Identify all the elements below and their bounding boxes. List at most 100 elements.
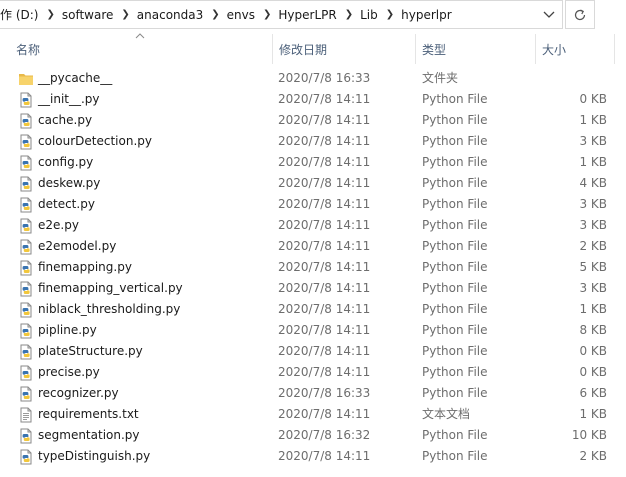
file-size: 1 KB xyxy=(579,113,607,127)
chevron-right-icon[interactable]: ❯ xyxy=(345,9,353,20)
file-row[interactable]: __init__.py 2020/7/8 14:11 Python File 0 KB xyxy=(14,89,614,110)
file-row[interactable]: finemapping.py 2020/7/8 14:11 Python File 5… xyxy=(14,257,614,278)
file-modified-date: 2020/7/8 16:32 xyxy=(278,428,371,442)
breadcrumb-item-software[interactable]: software xyxy=(61,8,115,22)
refresh-button[interactable] xyxy=(565,0,595,29)
python-file-icon xyxy=(18,197,34,213)
file-name: e2emodel.py xyxy=(38,239,117,253)
file-row[interactable]: __pycache__ 2020/7/8 16:33 文件夹 xyxy=(14,68,614,89)
file-type: Python File xyxy=(422,386,488,400)
column-header-date-label: 修改日期 xyxy=(279,42,328,57)
file-row[interactable]: pipline.py 2020/7/8 14:11 Python File 8 KB xyxy=(14,320,614,341)
chevron-right-icon[interactable]: ❯ xyxy=(121,9,129,20)
python-file-icon xyxy=(18,281,34,297)
file-type: Python File xyxy=(422,323,488,337)
python-file-icon xyxy=(18,365,34,381)
file-name: plateStructure.py xyxy=(38,344,143,358)
file-name: finemapping_vertical.py xyxy=(38,281,183,295)
file-size: 1 KB xyxy=(579,302,607,316)
file-modified-date: 2020/7/8 14:11 xyxy=(278,197,371,211)
file-modified-date: 2020/7/8 14:11 xyxy=(278,323,371,337)
file-size: 5 KB xyxy=(579,260,607,274)
breadcrumb-item-envs[interactable]: envs xyxy=(226,8,256,22)
python-file-icon xyxy=(18,134,34,150)
column-header-type-label: 类型 xyxy=(422,42,447,57)
file-size: 3 KB xyxy=(579,218,607,232)
file-type: Python File xyxy=(422,365,488,379)
file-modified-date: 2020/7/8 14:11 xyxy=(278,407,371,421)
file-row[interactable]: recognizer.py 2020/7/8 16:33 Python File 6 … xyxy=(14,383,614,404)
file-row[interactable]: colourDetection.py 2020/7/8 14:11 Python F… xyxy=(14,131,614,152)
breadcrumb-item-current[interactable]: hyperlpr xyxy=(400,8,453,22)
file-name: niblack_thresholding.py xyxy=(38,302,181,316)
file-row[interactable]: segmentation.py 2020/7/8 16:32 Python File… xyxy=(14,425,614,446)
file-modified-date: 2020/7/8 14:11 xyxy=(278,113,371,127)
file-type: 文件夹 xyxy=(422,71,459,85)
file-modified-date: 2020/7/8 16:33 xyxy=(278,386,371,400)
file-modified-date: 2020/7/8 14:11 xyxy=(278,239,371,253)
breadcrumb-item-lib[interactable]: Lib xyxy=(359,8,379,22)
file-size: 8 KB xyxy=(579,323,607,337)
file-row[interactable]: plateStructure.py 2020/7/8 14:11 Python Fi… xyxy=(14,341,614,362)
address-bar: 作 (D:) ❯ software ❯ anaconda3 ❯ envs ❯ H… xyxy=(0,0,626,30)
python-file-icon xyxy=(18,239,34,255)
chevron-right-icon[interactable]: ❯ xyxy=(211,9,219,20)
breadcrumb-item-anaconda3[interactable]: anaconda3 xyxy=(136,8,204,22)
python-file-icon xyxy=(18,386,34,402)
file-modified-date: 2020/7/8 14:11 xyxy=(278,365,371,379)
python-file-icon xyxy=(18,155,34,171)
column-header-size-label: 大小 xyxy=(542,42,567,57)
column-header-name-label: 名称 xyxy=(16,42,41,57)
file-size: 3 KB xyxy=(579,197,607,211)
file-type: Python File xyxy=(422,134,488,148)
file-row[interactable]: finemapping_vertical.py 2020/7/8 14:11 Pyt… xyxy=(14,278,614,299)
file-size: 6 KB xyxy=(579,386,607,400)
column-header-date[interactable]: 修改日期 xyxy=(272,34,415,64)
address-box[interactable]: 作 (D:) ❯ software ❯ anaconda3 ❯ envs ❯ H… xyxy=(0,0,563,29)
python-file-icon xyxy=(18,218,34,234)
file-modified-date: 2020/7/8 14:11 xyxy=(278,344,371,358)
column-header-size[interactable]: 大小 xyxy=(535,34,615,64)
file-row[interactable]: config.py 2020/7/8 14:11 Python File 1 KB xyxy=(14,152,614,173)
file-name: cache.py xyxy=(38,113,93,127)
file-type: Python File xyxy=(422,302,488,316)
file-row[interactable]: detect.py 2020/7/8 14:11 Python File 3 KB xyxy=(14,194,614,215)
breadcrumb: 作 (D:) ❯ software ❯ anaconda3 ❯ envs ❯ H… xyxy=(0,1,453,28)
python-file-icon xyxy=(18,176,34,192)
file-row[interactable]: e2e.py 2020/7/8 14:11 Python File 3 KB xyxy=(14,215,614,236)
chevron-right-icon[interactable]: ❯ xyxy=(46,9,54,20)
column-header-type[interactable]: 类型 xyxy=(415,34,535,64)
file-type: Python File xyxy=(422,428,488,442)
folder-icon xyxy=(18,71,34,87)
file-name: colourDetection.py xyxy=(38,134,152,148)
file-row[interactable]: typeDistinguish.py 2020/7/8 14:11 Python F… xyxy=(14,446,614,467)
file-name: __pycache__ xyxy=(38,71,113,85)
file-name: finemapping.py xyxy=(38,260,132,274)
text-file-icon xyxy=(18,407,34,423)
chevron-down-icon xyxy=(543,11,555,18)
file-size: 4 KB xyxy=(579,176,607,190)
chevron-right-icon[interactable]: ❯ xyxy=(263,9,271,20)
file-size: 2 KB xyxy=(579,449,607,463)
file-size: 3 KB xyxy=(579,281,607,295)
file-modified-date: 2020/7/8 14:11 xyxy=(278,92,371,106)
file-row[interactable]: precise.py 2020/7/8 14:11 Python File 0 KB xyxy=(14,362,614,383)
breadcrumb-item-hyperlpr[interactable]: HyperLPR xyxy=(277,8,337,22)
file-row[interactable]: e2emodel.py 2020/7/8 14:11 Python File 2 KB xyxy=(14,236,614,257)
file-modified-date: 2020/7/8 14:11 xyxy=(278,281,371,295)
file-row[interactable]: requirements.txt 2020/7/8 14:11 文本文档 1 KB xyxy=(14,404,614,425)
python-file-icon xyxy=(18,449,34,465)
python-file-icon xyxy=(18,302,34,318)
address-history-button[interactable] xyxy=(536,1,562,28)
file-row[interactable]: deskew.py 2020/7/8 14:11 Python File 4 KB xyxy=(14,173,614,194)
file-row[interactable]: niblack_thresholding.py 2020/7/8 14:11 Pyt… xyxy=(14,299,614,320)
breadcrumb-item-drive[interactable]: 作 (D:) xyxy=(0,6,39,23)
chevron-right-icon[interactable]: ❯ xyxy=(386,9,394,20)
file-type: Python File xyxy=(422,239,488,253)
file-type: 文本文档 xyxy=(422,407,471,421)
file-modified-date: 2020/7/8 14:11 xyxy=(278,134,371,148)
file-name: config.py xyxy=(38,155,94,169)
file-row[interactable]: cache.py 2020/7/8 14:11 Python File 1 KB xyxy=(14,110,614,131)
python-file-icon xyxy=(18,260,34,276)
file-name: __init__.py xyxy=(38,92,100,106)
